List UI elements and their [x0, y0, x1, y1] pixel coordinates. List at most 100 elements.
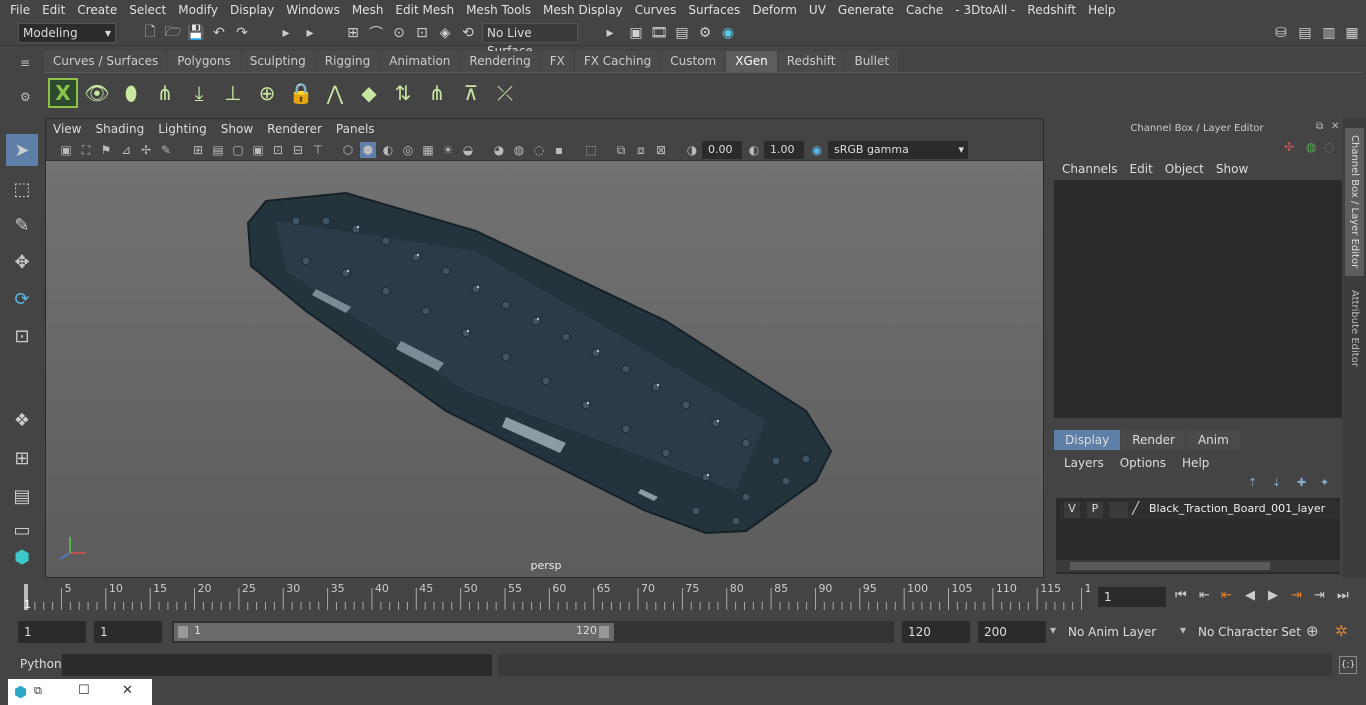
- select-tool-icon[interactable]: ➤: [6, 134, 38, 166]
- xgen-preview-icon[interactable]: 👁: [82, 78, 112, 108]
- safe-action-icon[interactable]: ⊟: [290, 142, 306, 158]
- mode-dropdown[interactable]: Modeling ▾: [18, 23, 116, 43]
- scene-start-field[interactable]: 1: [18, 621, 86, 643]
- character-set-dropdown[interactable]: No Character Set: [1198, 625, 1301, 639]
- menu-edit-mesh[interactable]: Edit Mesh: [389, 3, 460, 17]
- open-scene-icon[interactable]: 🗁: [163, 23, 183, 43]
- layer-tab-display[interactable]: Display: [1054, 430, 1121, 450]
- screen-space-ao-icon[interactable]: ◕: [491, 142, 507, 158]
- layer-visibility-toggle[interactable]: V: [1064, 502, 1080, 518]
- move-tool-icon[interactable]: ✥: [6, 246, 38, 278]
- interactive-groom-icon[interactable]: ⋔: [150, 78, 180, 108]
- go-to-end-icon[interactable]: ⏭: [1337, 588, 1349, 603]
- delete-guides-icon[interactable]: ⤫: [490, 78, 520, 108]
- camera-attributes-icon[interactable]: ⛶: [78, 142, 94, 158]
- workspace-icon[interactable]: ⛁: [1271, 23, 1291, 43]
- history-icon[interactable]: ▸: [600, 23, 620, 43]
- layer-name[interactable]: Black_Traction_Board_001_layer: [1149, 502, 1325, 515]
- channel-box-toggle-icon[interactable]: ▦: [1342, 23, 1362, 43]
- shelf-tab-fx[interactable]: FX: [540, 51, 574, 72]
- viewport-menu-panels[interactable]: Panels: [329, 122, 382, 136]
- menu-windows[interactable]: Windows: [280, 3, 346, 17]
- channel-menu-object[interactable]: Object: [1159, 162, 1210, 176]
- viewport-menu-show[interactable]: Show: [214, 122, 260, 136]
- snap-point-icon[interactable]: ⊙: [389, 23, 409, 43]
- film-gate-icon[interactable]: ▤: [210, 142, 226, 158]
- paint-select-icon[interactable]: ✎: [6, 209, 38, 241]
- viewport-menu-lighting[interactable]: Lighting: [151, 122, 214, 136]
- smooth-shade-icon[interactable]: ⬢: [360, 142, 376, 158]
- resolution-gate-icon[interactable]: ▢: [230, 142, 246, 158]
- rotate-tool-icon[interactable]: ⟳: [6, 283, 38, 315]
- groom-cut-icon[interactable]: ⋔: [422, 78, 452, 108]
- single-view-icon[interactable]: ❖: [6, 404, 38, 436]
- playback-end-field[interactable]: 120: [902, 621, 970, 643]
- render-frame-icon[interactable]: ▣: [626, 23, 646, 43]
- step-back-key-icon[interactable]: ⇤: [1199, 588, 1210, 603]
- depth-of-field-icon[interactable]: ▪: [551, 142, 567, 158]
- snap-grid-icon[interactable]: ⊞: [343, 23, 363, 43]
- channel-menu-edit[interactable]: Edit: [1124, 162, 1159, 176]
- channel-menu-show[interactable]: Show: [1210, 162, 1254, 176]
- exposure-icon[interactable]: ◑: [684, 142, 700, 158]
- field-chart-icon[interactable]: ⊡: [270, 142, 286, 158]
- step-forward-frame-icon[interactable]: ⇥: [1291, 588, 1302, 603]
- grease-pencil-icon[interactable]: ✎: [158, 142, 174, 158]
- maximize-icon[interactable]: ☐: [78, 683, 90, 698]
- close-icon[interactable]: ✕: [122, 683, 133, 698]
- gate-mask-icon[interactable]: ▣: [250, 142, 266, 158]
- menu-curves[interactable]: Curves: [629, 3, 683, 17]
- shadows-icon[interactable]: ◒: [460, 142, 476, 158]
- maya-app-icon[interactable]: ⬢: [14, 683, 32, 701]
- xray-joints-icon[interactable]: ⧈: [633, 142, 649, 158]
- shelf-tab-rigging[interactable]: Rigging: [315, 51, 380, 72]
- current-frame-field[interactable]: 1: [1098, 587, 1166, 607]
- scene-end-field[interactable]: 200: [978, 621, 1046, 643]
- menu-generate[interactable]: Generate: [832, 3, 900, 17]
- step-forward-key-icon[interactable]: ⇥: [1314, 588, 1325, 603]
- move-layer-down-icon[interactable]: ⇣: [1272, 476, 1281, 489]
- shelf-tab-xgen[interactable]: XGen: [726, 51, 777, 72]
- viewport-menu-view[interactable]: View: [46, 122, 88, 136]
- menu-redshift[interactable]: Redshift: [1021, 3, 1082, 17]
- float-icon[interactable]: ⧉: [1316, 121, 1323, 132]
- tab-attribute-editor[interactable]: Attribute Editor: [1345, 286, 1364, 370]
- chevron-down-icon[interactable]: ▾: [1180, 623, 1186, 637]
- layer-menu-options[interactable]: Options: [1112, 456, 1174, 470]
- xgen-editor-icon[interactable]: X: [48, 78, 78, 108]
- perspective-viewport[interactable]: View Shading Lighting Show Renderer Panels ▣ …: [45, 118, 1044, 578]
- grid-icon[interactable]: ⊞: [190, 142, 206, 158]
- tab-channel-box[interactable]: Channel Box / Layer Editor: [1345, 128, 1364, 276]
- textured-icon[interactable]: ▦: [420, 142, 436, 158]
- select-guide-icon[interactable]: ⊕: [252, 78, 282, 108]
- layer-type-toggle[interactable]: [1110, 502, 1128, 518]
- command-language-label[interactable]: Python: [20, 657, 62, 671]
- menu-3dtoall[interactable]: - 3DtoAll -: [949, 3, 1021, 17]
- ipr-render-icon[interactable]: 🎞: [649, 23, 669, 43]
- viewport-menu-renderer[interactable]: Renderer: [260, 122, 329, 136]
- colorspace-dropdown[interactable]: sRGB gamma ▾: [828, 141, 968, 159]
- menu-surfaces[interactable]: Surfaces: [682, 3, 746, 17]
- menu-create[interactable]: Create: [71, 3, 123, 17]
- channel-menu-channels[interactable]: Channels: [1056, 162, 1124, 176]
- menu-mesh[interactable]: Mesh: [346, 3, 390, 17]
- animation-preferences-icon[interactable]: ✲: [1335, 622, 1348, 640]
- restore-icon[interactable]: ⧉: [34, 684, 42, 698]
- hypershade-icon[interactable]: ◉: [718, 23, 738, 43]
- layer-tab-anim[interactable]: Anim: [1186, 430, 1240, 450]
- use-all-lights-icon[interactable]: ☀: [440, 142, 456, 158]
- render-settings-icon[interactable]: ⚙: [695, 23, 715, 43]
- new-layer-selected-icon[interactable]: ✦: [1320, 476, 1329, 489]
- channel-list[interactable]: [1054, 180, 1342, 418]
- close-icon[interactable]: ✕: [1331, 121, 1339, 132]
- motion-blur-icon[interactable]: ◍: [511, 142, 527, 158]
- move-layer-up-icon[interactable]: ⇡: [1248, 476, 1257, 489]
- safe-title-icon[interactable]: ⊤: [310, 142, 326, 158]
- shelf-tab-polygons[interactable]: Polygons: [168, 51, 240, 72]
- wireframe-on-shaded-icon[interactable]: ◐: [380, 142, 396, 158]
- lock-guide-icon[interactable]: 🔒: [286, 78, 316, 108]
- viewport-menu-shading[interactable]: Shading: [88, 122, 151, 136]
- menu-cache[interactable]: Cache: [900, 3, 949, 17]
- play-forwards-icon[interactable]: ▶: [1268, 588, 1278, 603]
- anim-layer-dropdown[interactable]: No Anim Layer: [1068, 625, 1156, 639]
